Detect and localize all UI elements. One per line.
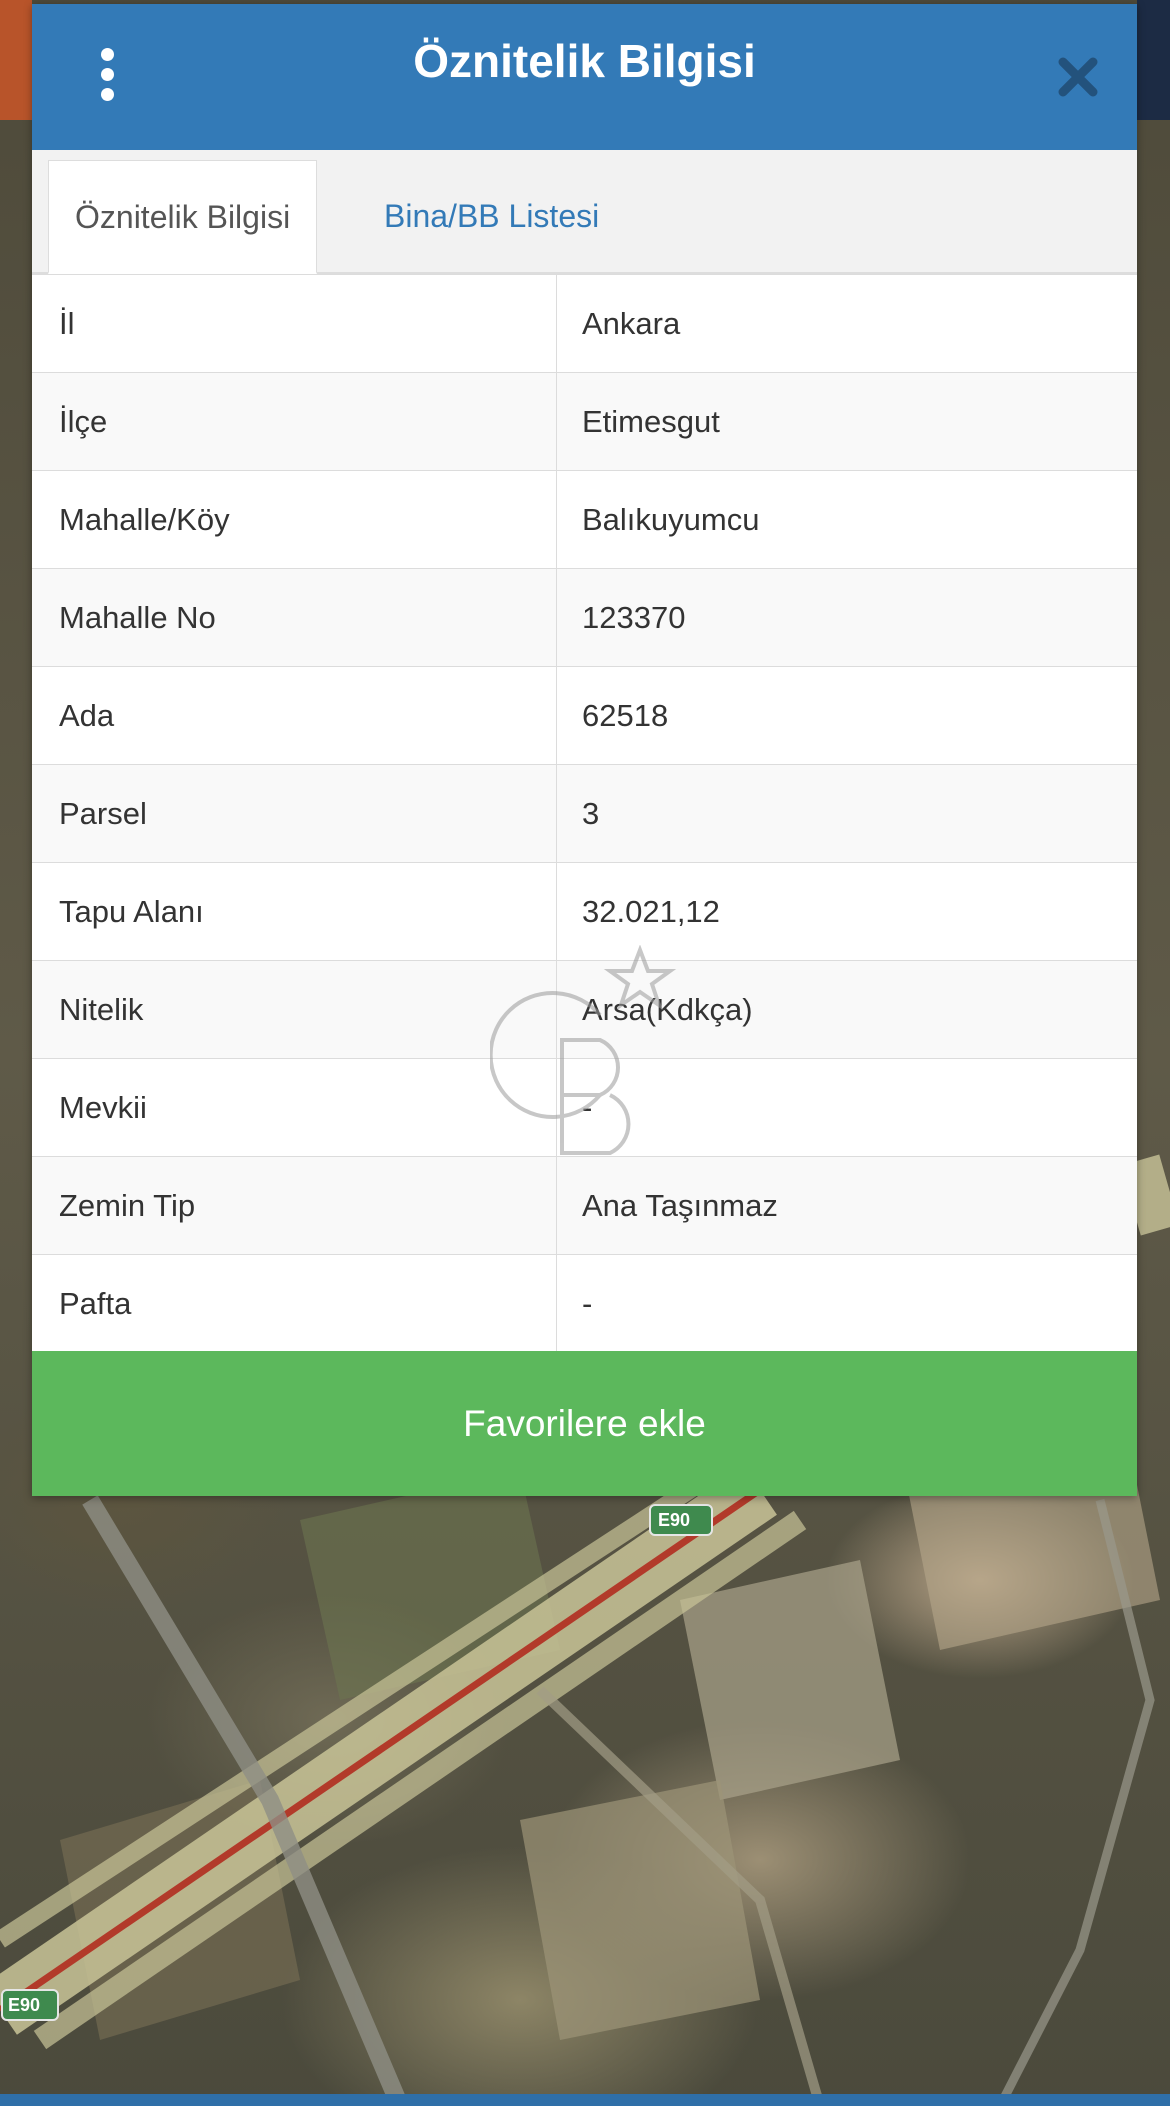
bottom-bar (0, 2094, 1170, 2106)
row-label: Zemin Tip (32, 1156, 557, 1255)
map-edge (0, 0, 32, 120)
table-row: İl Ankara (32, 274, 1137, 373)
tab-attribute-info[interactable]: Öznitelik Bilgisi (48, 160, 318, 274)
table-row: Tapu Alanı 32.021,12 (32, 862, 1137, 961)
row-label: İlçe (32, 372, 557, 471)
row-label: Mahalle/Köy (32, 470, 557, 569)
table-row: Mahalle No 123370 (32, 568, 1137, 667)
road-sign-label: E90 (8, 1995, 41, 2015)
close-icon[interactable] (1055, 54, 1101, 100)
row-label: İl (32, 274, 557, 373)
add-to-favorites-button[interactable]: Favorilere ekle (32, 1351, 1137, 1496)
row-label: Nitelik (32, 960, 557, 1059)
row-label: Tapu Alanı (32, 862, 557, 961)
table-row: Parsel 3 (32, 764, 1137, 863)
row-value: 32.021,12 (556, 862, 1137, 961)
dialog-title: Öznitelik Bilgisi (413, 35, 756, 87)
dialog-header: Öznitelik Bilgisi (32, 4, 1137, 150)
table-row: Mevkii - (32, 1058, 1137, 1157)
row-label: Mevkii (32, 1058, 557, 1157)
attribute-table: İl Ankara İlçe Etimesgut Mahalle/Köy Bal… (32, 274, 1137, 1352)
row-label: Ada (32, 666, 557, 765)
row-value: 3 (556, 764, 1137, 863)
map-edge (1137, 0, 1170, 120)
row-value: 62518 (556, 666, 1137, 765)
road-sign-label: E90 (658, 1510, 691, 1530)
table-row: Nitelik Arsa(Kdkça) (32, 960, 1137, 1059)
row-value: Ana Taşınmaz (556, 1156, 1137, 1255)
table-row: Zemin Tip Ana Taşınmaz (32, 1156, 1137, 1255)
table-row: Mahalle/Köy Balıkuyumcu (32, 470, 1137, 569)
tab-building-list[interactable]: Bina/BB Listesi (358, 160, 625, 272)
table-row: Pafta - (32, 1254, 1137, 1352)
row-value: Balıkuyumcu (556, 470, 1137, 569)
row-label: Parsel (32, 764, 557, 863)
row-value: Etimesgut (556, 372, 1137, 471)
row-value: - (556, 1254, 1137, 1352)
table-row: İlçe Etimesgut (32, 372, 1137, 471)
attribute-dialog: Öznitelik Bilgisi Öznitelik Bilgisi Bina… (32, 4, 1137, 1496)
row-value: Ankara (556, 274, 1137, 373)
row-value: - (556, 1058, 1137, 1157)
row-value: 123370 (556, 568, 1137, 667)
tab-bar: Öznitelik Bilgisi Bina/BB Listesi (32, 150, 1137, 274)
table-row: Ada 62518 (32, 666, 1137, 765)
row-label: Pafta (32, 1254, 557, 1352)
row-value: Arsa(Kdkça) (556, 960, 1137, 1059)
row-label: Mahalle No (32, 568, 557, 667)
